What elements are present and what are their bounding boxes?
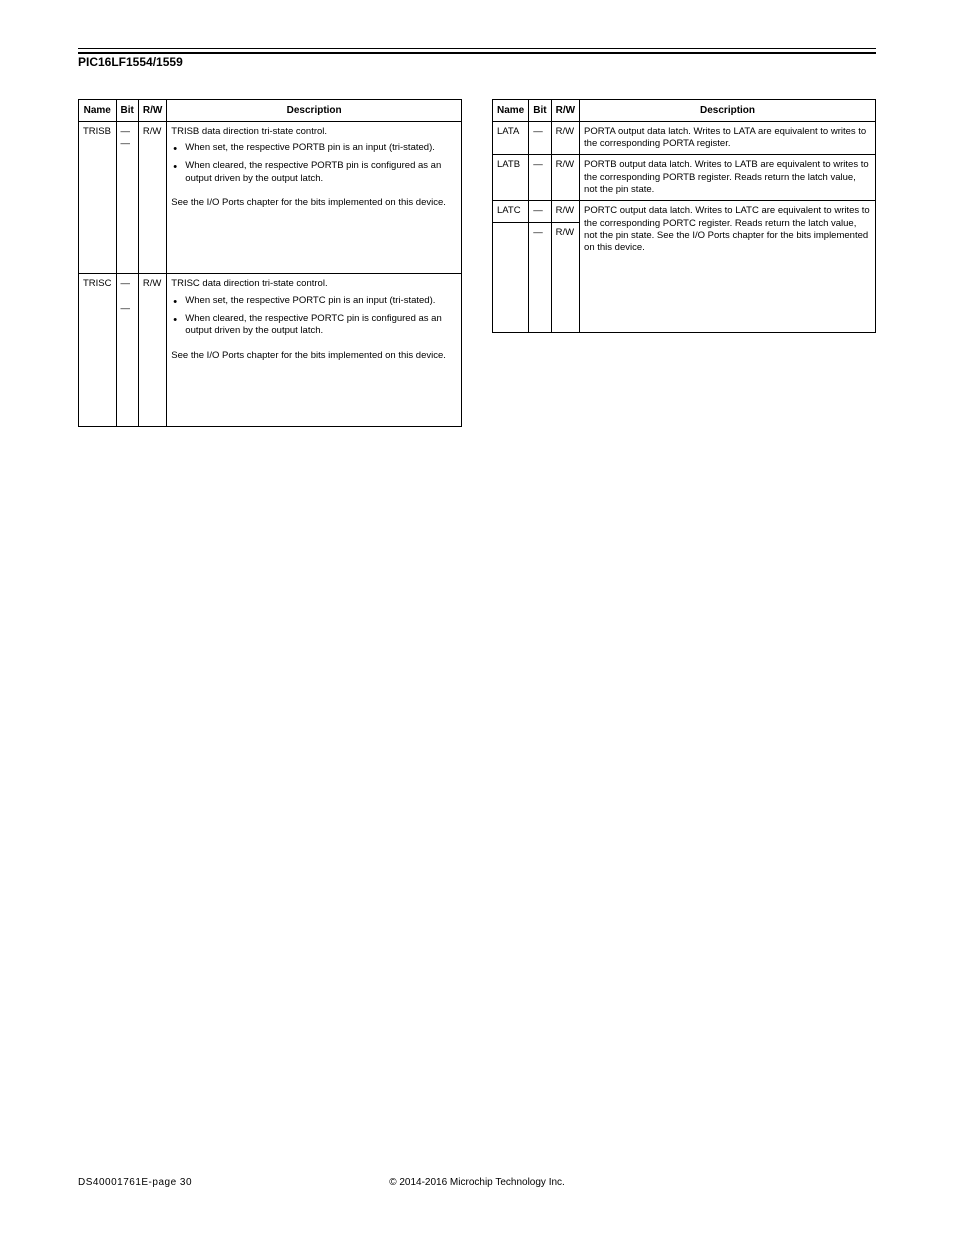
list-item: When cleared, the respective PORTC pin i… [171, 313, 457, 338]
list-item: When cleared, the respective PORTB pin i… [171, 160, 457, 185]
left-column: Name Bit R/W Description TRISB — — R/W T… [78, 99, 462, 427]
table-row: LATB — R/W PORTB output data latch. Writ… [493, 155, 876, 201]
cell-bit: — [529, 222, 551, 332]
cell-rw: R/W [551, 222, 579, 332]
cell-bit: — — [116, 121, 138, 274]
table-header-row: Name Bit R/W Description [493, 99, 876, 121]
col-desc: Description [580, 99, 876, 121]
table-header-row: Name Bit R/W Description [79, 99, 462, 121]
cell-name: TRISC [79, 274, 117, 427]
cell-desc: PORTA output data latch. Writes to LATA … [580, 121, 876, 155]
cell-rw: R/W [138, 121, 166, 274]
table-row: LATA — R/W PORTA output data latch. Writ… [493, 121, 876, 155]
cell-desc: TRISB data direction tri-state control. … [167, 121, 462, 274]
cell-desc: PORTB output data latch. Writes to LATB … [580, 155, 876, 201]
page-footer: DS40001761E-page 30 © 2014-2016 Microchi… [78, 1176, 876, 1189]
cell-bit: — [529, 121, 551, 155]
col-rw: R/W [551, 99, 579, 121]
cell-rw: R/W [138, 274, 166, 427]
desc-list: When set, the respective PORTB pin is an… [171, 142, 457, 185]
col-name: Name [79, 99, 117, 121]
desc-intro: TRISC data direction tri-state control. [171, 278, 327, 289]
footer-center: © 2014-2016 Microchip Technology Inc. [78, 1176, 876, 1189]
desc-outro: See the I/O Ports chapter for the bits i… [171, 350, 446, 361]
cell-rw: R/W [551, 121, 579, 155]
table-row: LATC — R/W PORTC output data latch. Writ… [493, 201, 876, 222]
col-desc: Description [167, 99, 462, 121]
register-table-left: Name Bit R/W Description TRISB — — R/W T… [78, 99, 462, 427]
list-item: When set, the respective PORTC pin is an… [171, 295, 457, 307]
cell-desc: TRISC data direction tri-state control. … [167, 274, 462, 427]
cell-bit: — [529, 201, 551, 222]
cell-name: LATA [493, 121, 529, 155]
col-bit: Bit [116, 99, 138, 121]
cell-name: LATB [493, 155, 529, 201]
desc-intro: TRISB data direction tri-state control. [171, 126, 327, 137]
col-bit: Bit [529, 99, 551, 121]
cell-name [493, 222, 529, 332]
right-column: Name Bit R/W Description LATA — R/W PORT… [492, 99, 876, 333]
page-header: PIC16LF1554/1559 [78, 54, 876, 71]
table-row: TRISB — — R/W TRISB data direction tri-s… [79, 121, 462, 274]
cell-bit: — — [116, 274, 138, 427]
register-table-right: Name Bit R/W Description LATA — R/W PORT… [492, 99, 876, 333]
col-name: Name [493, 99, 529, 121]
header-left: PIC16LF1554/1559 [78, 55, 183, 71]
cell-bit: — [529, 155, 551, 201]
desc-outro: See the I/O Ports chapter for the bits i… [171, 197, 446, 208]
cell-name: LATC [493, 201, 529, 222]
cell-rw: R/W [551, 155, 579, 201]
cell-desc: PORTC output data latch. Writes to LATC … [580, 201, 876, 332]
desc-list: When set, the respective PORTC pin is an… [171, 295, 457, 338]
col-rw: R/W [138, 99, 166, 121]
cell-rw: R/W [551, 201, 579, 222]
list-item: When set, the respective PORTB pin is an… [171, 142, 457, 154]
cell-name: TRISB [79, 121, 117, 274]
table-row: TRISC — — R/W TRISC data direction tri-s… [79, 274, 462, 427]
